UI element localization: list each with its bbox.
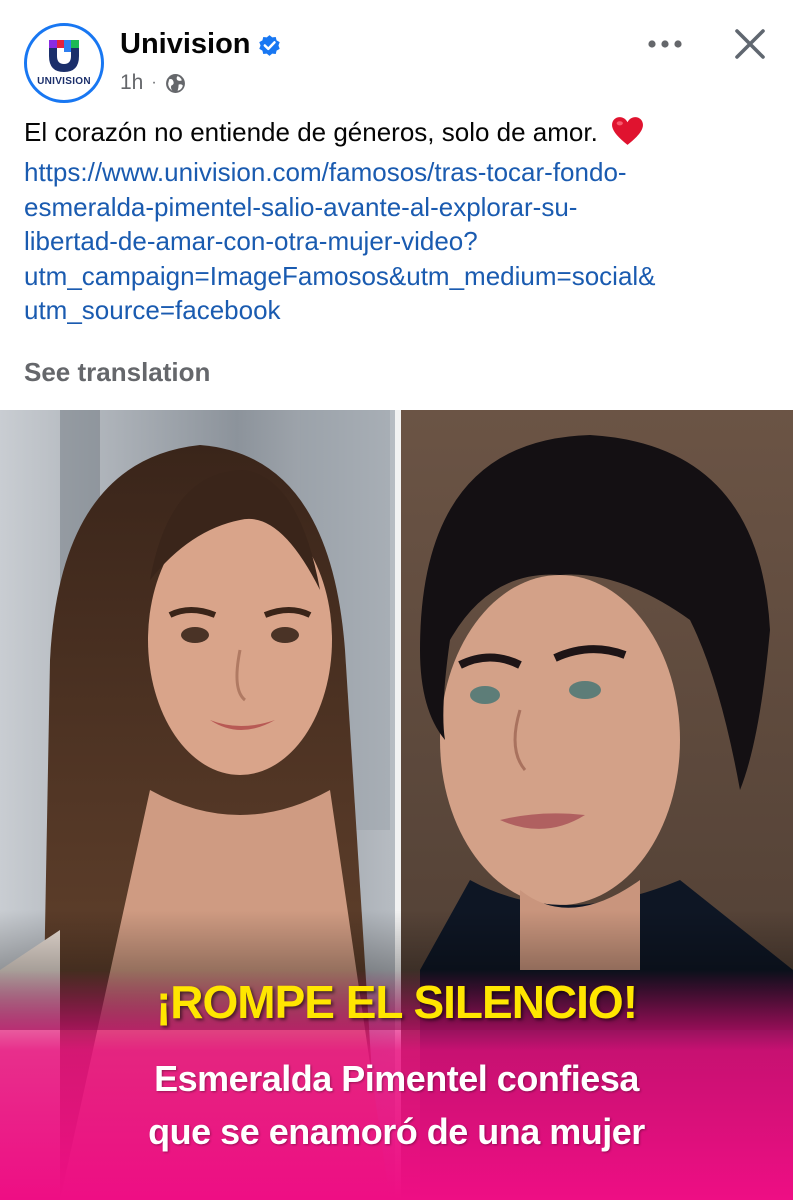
post-meta: 1h · — [120, 70, 186, 96]
univision-logo-icon — [49, 40, 79, 72]
image-headline: ¡ROMPE EL SILENCIO! — [155, 976, 638, 1028]
more-options-icon[interactable] — [644, 30, 686, 58]
image-subline-1: Esmeralda Pimentel confiesa — [154, 1058, 639, 1099]
avatar-wordmark: UNIVISION — [37, 76, 91, 87]
post-time[interactable]: 1h — [120, 71, 143, 95]
page-name[interactable]: Univision — [120, 28, 251, 61]
post-caption: El corazón no entiende de géneros, solo … — [24, 115, 784, 149]
article-link[interactable]: https://www.univision.com/famosos/tras-t… — [24, 155, 784, 328]
verified-badge-icon — [259, 35, 280, 56]
meta-separator: · — [151, 74, 157, 91]
see-translation-button[interactable]: See translation — [24, 357, 210, 388]
post-header: UNIVISION Univision 1h · — [0, 0, 793, 108]
globe-icon — [165, 73, 185, 93]
heart-emoji-icon — [612, 117, 644, 145]
image-subline-2: que se enamoró de una mujer — [148, 1111, 645, 1152]
caption-text: El corazón no entiende de géneros, solo … — [24, 117, 598, 147]
close-icon[interactable] — [730, 24, 770, 64]
post-image[interactable]: ¡ROMPE EL SILENCIO! Esmeralda Pimentel c… — [0, 410, 793, 1200]
page-avatar[interactable]: UNIVISION — [24, 23, 104, 103]
